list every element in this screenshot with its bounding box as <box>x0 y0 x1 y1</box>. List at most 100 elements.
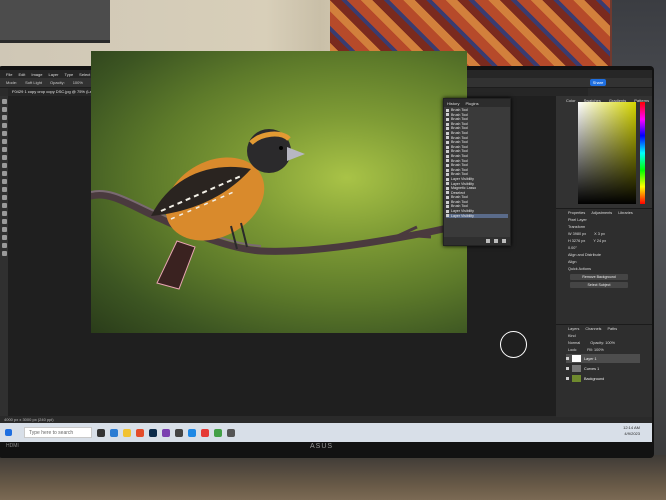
brush-icon <box>446 186 449 190</box>
remove-background-button[interactable]: Remove Background <box>570 274 628 280</box>
opacity-value[interactable]: 100% <box>73 80 83 85</box>
trash-icon[interactable] <box>502 239 506 243</box>
windows-start-icon[interactable] <box>5 429 12 436</box>
move-tool-icon[interactable] <box>1 99 7 104</box>
layer-fill[interactable]: Fill: 100% <box>587 348 604 353</box>
menu-layer[interactable]: Layer <box>48 72 58 77</box>
menu-file[interactable]: File <box>6 72 12 77</box>
select-tool-icon[interactable] <box>1 123 7 128</box>
brush-icon <box>446 122 449 126</box>
eye-icon[interactable] <box>566 377 569 380</box>
settings-icon[interactable] <box>227 428 235 437</box>
blend-mode-select[interactable]: Normal <box>568 341 580 346</box>
align-label: Align <box>568 260 577 264</box>
tab-plugins[interactable]: Plugins <box>465 101 478 106</box>
history-list: Brush Tool Brush Tool Brush Tool Brush Tool… <box>444 107 510 219</box>
eye-icon[interactable] <box>566 357 569 360</box>
width-field[interactable]: W 3980 px <box>568 232 586 237</box>
section-quick-actions[interactable]: Quick Actions <box>568 267 652 272</box>
type-tool-icon[interactable] <box>1 219 7 224</box>
eraser-tool-icon[interactable] <box>1 179 7 184</box>
select-subject-button[interactable]: Select Subject <box>570 282 628 288</box>
brush-tool-icon[interactable] <box>1 155 7 160</box>
windows-taskbar: Type here to search 12:14 AM 4/9/2023 <box>0 423 652 442</box>
eye-icon[interactable] <box>566 367 569 370</box>
menu-type[interactable]: Type <box>65 72 74 77</box>
tab-channels[interactable]: Channels <box>585 327 601 332</box>
marquee-tool-icon[interactable] <box>1 107 7 112</box>
curves-thumbnail <box>572 365 581 372</box>
background-thumbnail <box>572 375 581 382</box>
section-align[interactable]: Align and Distribute <box>568 253 652 258</box>
blur-tool-icon[interactable] <box>1 195 7 200</box>
dodge-tool-icon[interactable] <box>1 203 7 208</box>
properties-panel: Properties Adjustments Libraries Pixel L… <box>556 208 652 325</box>
brush-cursor-icon <box>500 331 527 358</box>
crop-tool-icon[interactable] <box>1 131 7 136</box>
layer-filter[interactable]: Kind <box>568 334 652 339</box>
brush-icon <box>446 168 449 172</box>
layer-name: Layer 1 <box>584 356 597 361</box>
mail-icon[interactable] <box>188 428 196 437</box>
height-field[interactable]: H 3276 px <box>568 239 585 244</box>
edge-icon[interactable] <box>110 428 118 437</box>
taskbar-search[interactable]: Type here to search <box>24 427 92 438</box>
lasso-tool-icon[interactable] <box>1 115 7 120</box>
share-button[interactable]: Share <box>590 79 606 86</box>
layer-type: Pixel Layer <box>568 218 587 222</box>
layer-opacity[interactable]: Opacity: 100% <box>590 341 615 346</box>
hand-tool-icon[interactable] <box>1 243 7 248</box>
taskbar-clock[interactable]: 12:14 AM 4/9/2023 <box>623 425 640 437</box>
angle-field[interactable]: 0.00° <box>568 246 652 251</box>
layers-panel: Layers Channels Paths Kind Normal Opacit… <box>556 324 652 417</box>
new-document-icon[interactable] <box>486 239 490 243</box>
path-select-icon[interactable] <box>1 227 7 232</box>
color-picker-field[interactable] <box>578 102 636 204</box>
brush-icon <box>446 117 449 121</box>
monitor-brand: ASUS <box>310 443 334 450</box>
chrome-icon[interactable] <box>136 428 144 437</box>
file-explorer-icon[interactable] <box>123 428 131 437</box>
tab-history[interactable]: History <box>447 101 459 106</box>
menu-select[interactable]: Select <box>79 72 90 77</box>
tab-adjustments[interactable]: Adjustments <box>591 211 612 216</box>
tab-color[interactable]: Color <box>566 98 576 103</box>
history-brush-icon[interactable] <box>1 171 7 176</box>
shape-tool-icon[interactable] <box>1 235 7 240</box>
app-icon[interactable] <box>175 428 183 437</box>
gradient-tool-icon[interactable] <box>1 187 7 192</box>
menu-edit[interactable]: Edit <box>18 72 25 77</box>
tab-paths[interactable]: Paths <box>607 327 617 332</box>
status-bar: 4000 px x 3000 px (240 ppi) <box>0 416 652 423</box>
brush-icon <box>446 154 449 158</box>
history-item[interactable]: Layer Visibility <box>446 213 508 219</box>
pen-tool-icon[interactable] <box>1 211 7 216</box>
task-view-icon[interactable] <box>97 428 105 437</box>
app-icon[interactable] <box>214 428 222 437</box>
eyedropper-tool-icon[interactable] <box>1 139 7 144</box>
bird-photo[interactable] <box>91 51 467 333</box>
layer-row-curves[interactable]: Curves 1 <box>566 364 640 373</box>
zoom-tool-icon[interactable] <box>1 251 7 256</box>
shelf-equipment <box>0 0 110 43</box>
brush-icon <box>446 200 449 204</box>
section-transform[interactable]: Transform <box>568 225 652 230</box>
app-icon[interactable] <box>201 428 209 437</box>
healing-tool-icon[interactable] <box>1 147 7 152</box>
tab-libraries[interactable]: Libraries <box>618 211 633 216</box>
y-field[interactable]: Y 24 px <box>593 239 606 244</box>
menu-image[interactable]: Image <box>31 72 42 77</box>
layer-row-layer-1[interactable]: Layer 1 <box>566 354 640 363</box>
app-icon[interactable] <box>162 428 170 437</box>
photoshop-icon[interactable] <box>149 428 157 437</box>
hue-slider[interactable] <box>640 102 645 204</box>
layer-row-background[interactable]: Background <box>566 374 640 383</box>
clock-date: 4/9/2023 <box>624 431 640 436</box>
x-field[interactable]: X 3 px <box>594 232 605 237</box>
mode-select[interactable]: Soft Light <box>25 80 42 85</box>
tab-layers[interactable]: Layers <box>568 327 579 332</box>
bird-on-branch-illustration <box>91 129 467 290</box>
stamp-tool-icon[interactable] <box>1 163 7 168</box>
tab-properties[interactable]: Properties <box>568 211 585 216</box>
camera-icon[interactable] <box>494 239 498 243</box>
